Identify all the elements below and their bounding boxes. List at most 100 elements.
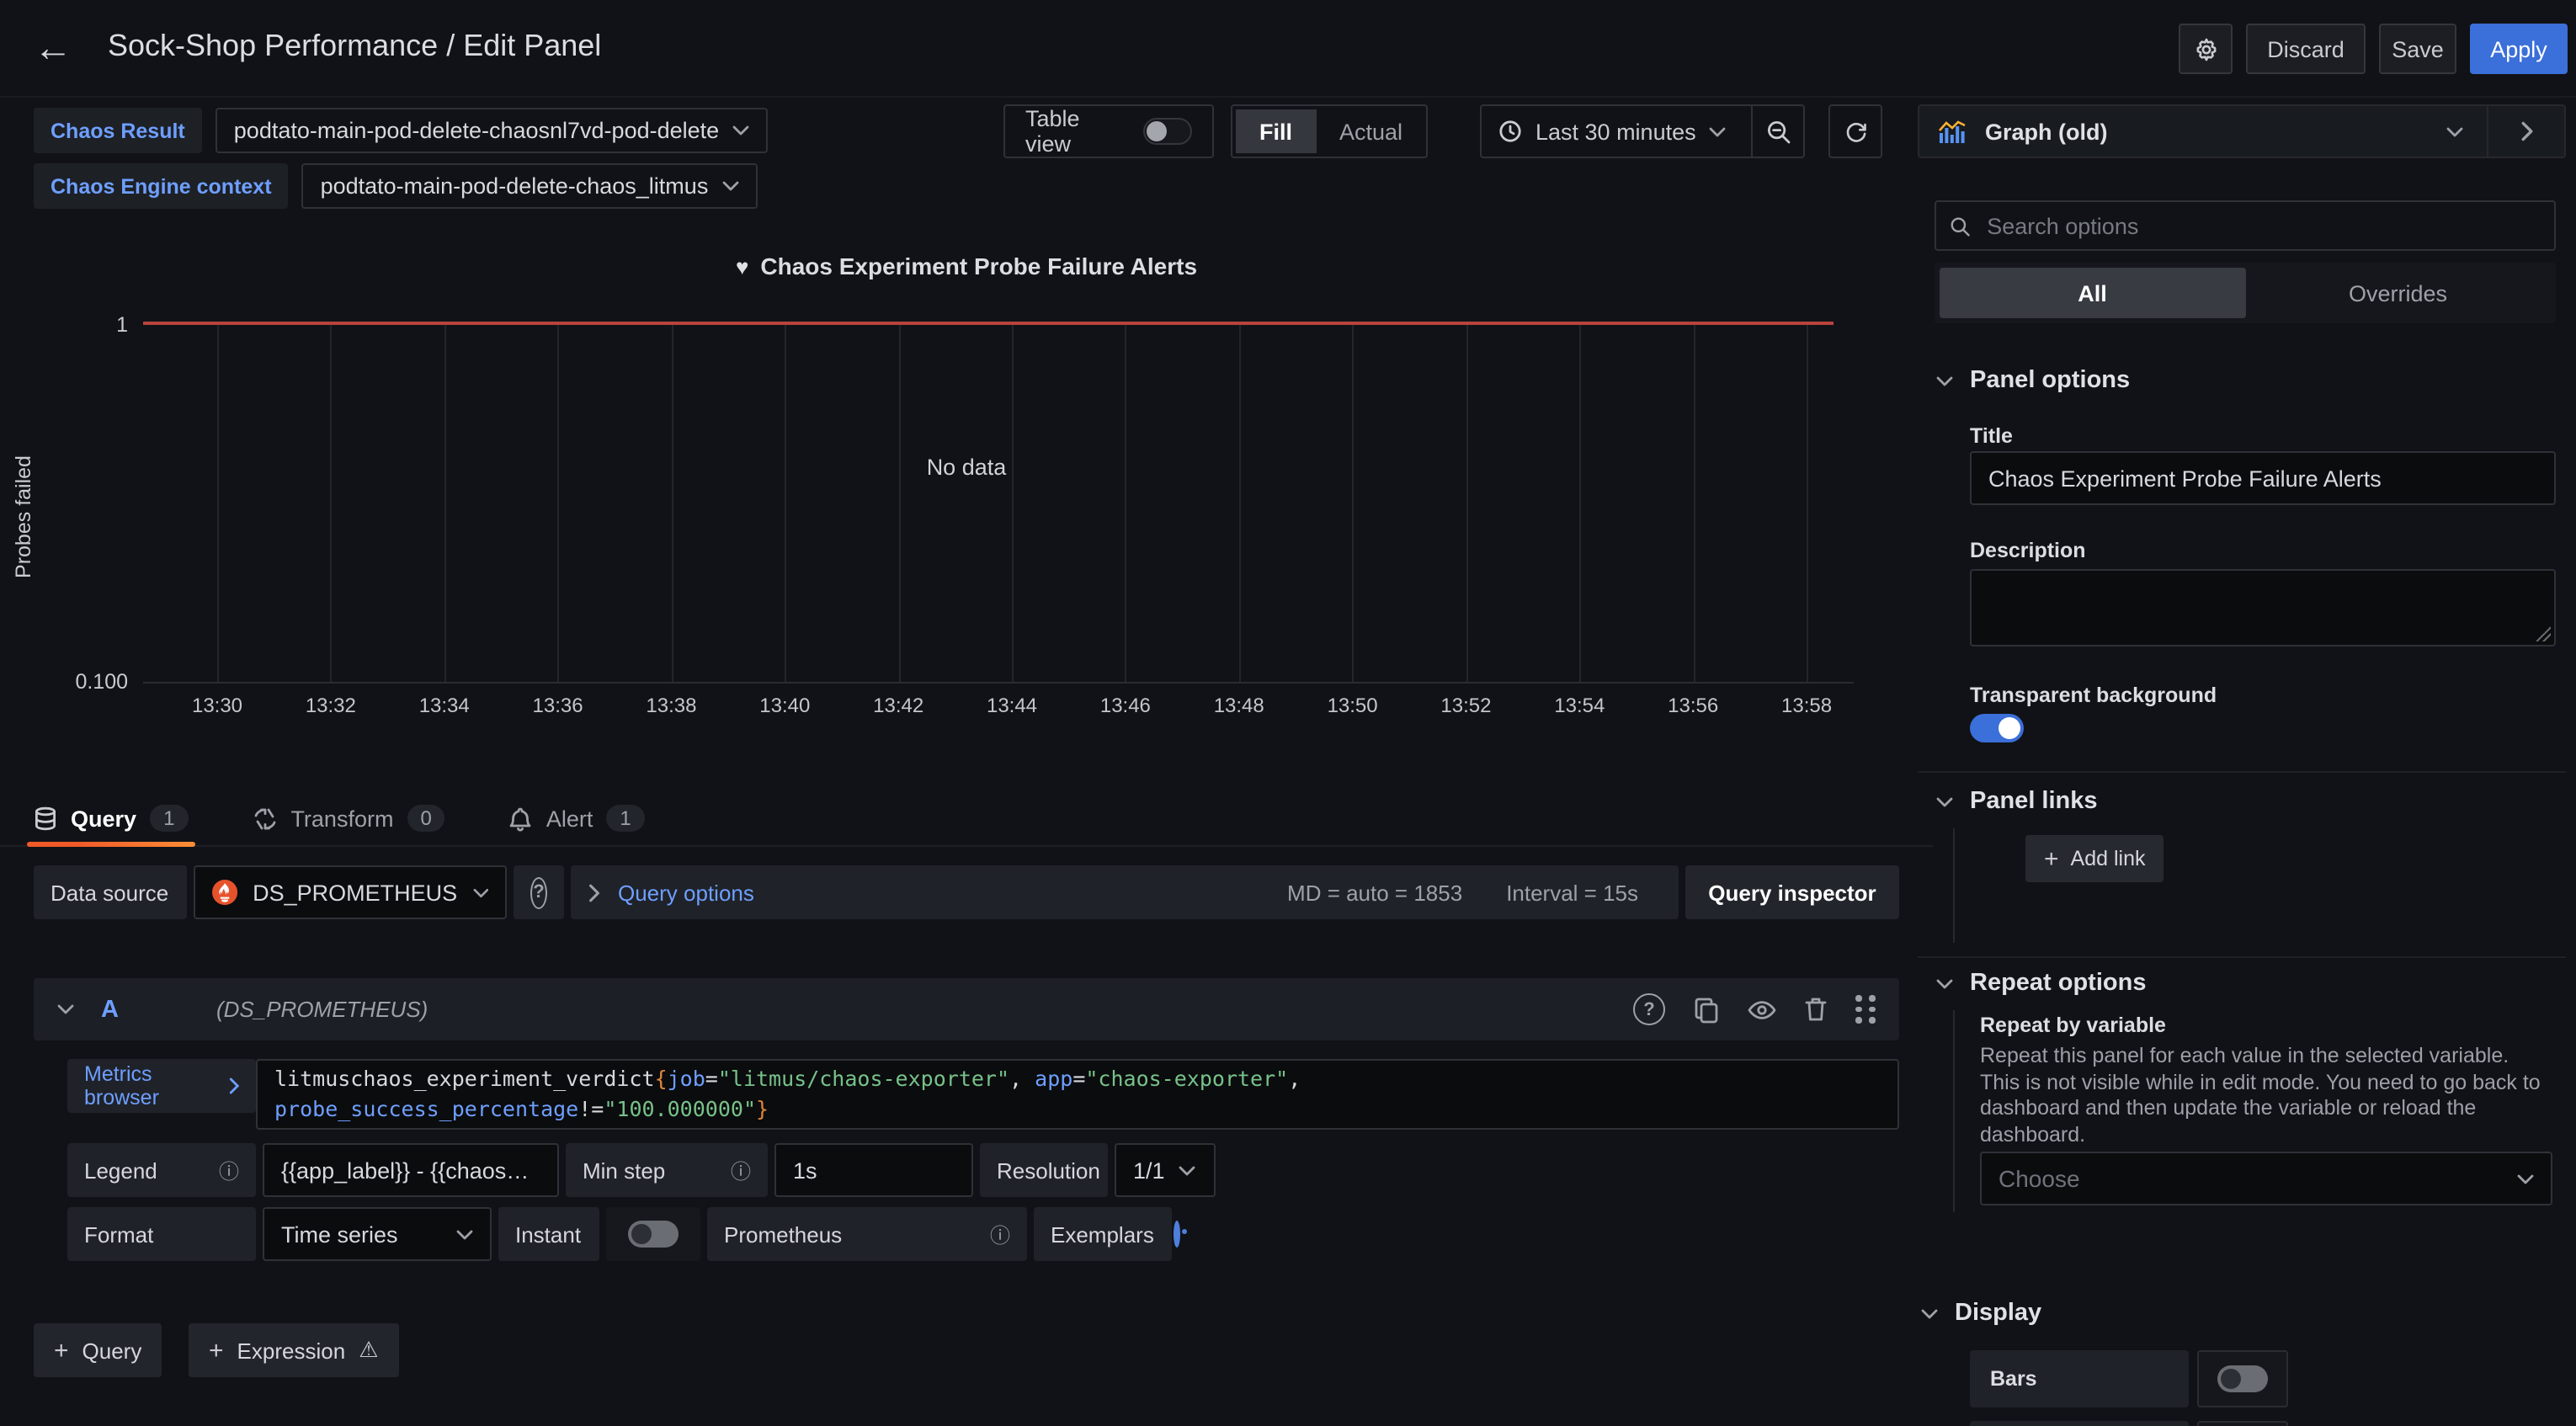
tab-label: Transform: [290, 806, 393, 831]
x-tick-label: 13:44: [961, 694, 1062, 717]
x-tick-label: 13:52: [1415, 694, 1516, 717]
time-range-group: Last 30 minutes: [1480, 104, 1805, 158]
add-expression-button[interactable]: + Expression ⚠: [189, 1323, 398, 1377]
gridline: [444, 323, 446, 682]
gridline: [1693, 323, 1695, 682]
search-options-input[interactable]: [1983, 211, 2541, 240]
chevron-right-icon: [2520, 121, 2533, 141]
x-tick-label: 13:58: [1756, 694, 1857, 717]
label-text: Exemplars: [1051, 1221, 1154, 1247]
variable-value-dropdown[interactable]: podtato-main-pod-delete-chaos_litmus: [302, 163, 758, 209]
variable-value-dropdown[interactable]: podtato-main-pod-delete-chaosnl7vd-pod-d…: [216, 108, 768, 153]
min-step-input[interactable]: 1s: [774, 1143, 973, 1197]
gridline: [1353, 323, 1355, 682]
visualization-picker[interactable]: Graph (old): [1918, 104, 2566, 158]
repeat-options-header[interactable]: Repeat options: [1936, 970, 2146, 997]
refresh-button[interactable]: [1828, 104, 1882, 158]
apply-button[interactable]: Apply: [2470, 24, 2568, 74]
y-tick-max: 1: [61, 313, 128, 337]
format-select[interactable]: Time series: [263, 1207, 492, 1261]
add-link-button[interactable]: + Add link: [2025, 835, 2164, 882]
x-tick-label: 13:42: [848, 694, 949, 717]
metrics-browser-label: Metrics browser: [84, 1062, 217, 1109]
collapse-options-pane-button[interactable]: [2488, 106, 2564, 157]
resolution-select[interactable]: 1/1: [1115, 1143, 1216, 1197]
plot-area[interactable]: [143, 323, 1854, 684]
query-options-bar[interactable]: Query options MD = auto = 1853 Interval …: [571, 865, 1679, 919]
data-source-value: DS_PROMETHEUS: [253, 880, 457, 905]
fill-segment[interactable]: Fill: [1236, 109, 1316, 153]
zoom-out-button[interactable]: [1753, 119, 1803, 144]
tab-transform[interactable]: Transform 0: [252, 791, 444, 845]
actual-segment[interactable]: Actual: [1316, 109, 1426, 153]
save-button[interactable]: Save: [2379, 24, 2456, 74]
x-tick-label: 13:36: [508, 694, 609, 717]
query-options-label: Query options: [618, 880, 754, 905]
chevron-down-icon: [732, 125, 749, 136]
tab-query[interactable]: Query 1: [34, 791, 188, 845]
choose-placeholder: Choose: [1999, 1165, 2080, 1192]
label-text: Prometheus: [724, 1221, 842, 1247]
data-source-picker[interactable]: DS_PROMETHEUS: [194, 865, 507, 919]
chevron-right-icon: [588, 883, 601, 902]
gridline: [217, 323, 219, 682]
filter-tab-all[interactable]: All: [1940, 268, 2245, 318]
viz-name: Graph (old): [1985, 119, 2108, 144]
query-help-icon[interactable]: ?: [1633, 993, 1665, 1025]
exemplars-eye-icon: [1174, 1221, 1181, 1248]
chevron-down-icon: [1921, 1307, 1938, 1319]
info-icon: ⓘ: [714, 1156, 751, 1184]
panel-description-textarea[interactable]: [1970, 569, 2556, 646]
panel-settings-button[interactable]: [2179, 24, 2233, 74]
duplicate-icon[interactable]: [1694, 996, 1719, 1023]
instant-toggle[interactable]: [628, 1221, 679, 1248]
tab-count-badge: 1: [606, 805, 644, 832]
section-divider: [1918, 956, 2566, 958]
panel-title-input[interactable]: [1970, 451, 2556, 505]
instant-field-label: Instant: [498, 1207, 599, 1261]
panel-options-header[interactable]: Panel options: [1936, 367, 2130, 394]
time-range-picker[interactable]: Last 30 minutes: [1482, 119, 1751, 144]
table-view-toggle[interactable]: [1143, 118, 1192, 145]
info-icon: ⓘ: [973, 1220, 1010, 1248]
chevron-down-icon: [1936, 795, 1953, 807]
transparent-background-toggle[interactable]: [1970, 714, 2024, 742]
gridline: [785, 323, 786, 682]
eye-icon[interactable]: [1748, 999, 1776, 1019]
legend-input[interactable]: {{app_label}} - {{chaos…: [263, 1143, 559, 1197]
chevron-down-icon: [1936, 977, 1953, 989]
back-arrow-icon[interactable]: ←: [34, 24, 72, 71]
x-tick-label: 13:38: [620, 694, 721, 717]
display-section-header[interactable]: Display: [1921, 1300, 2041, 1327]
metrics-browser-button[interactable]: Metrics browser: [67, 1059, 256, 1113]
gridline: [1239, 323, 1241, 682]
bars-toggle[interactable]: [2217, 1365, 2268, 1392]
discard-button[interactable]: Discard: [2246, 24, 2366, 74]
gridline: [1466, 323, 1467, 682]
exemplars-field[interactable]: Exemplars: [1034, 1207, 1172, 1261]
promql-editor[interactable]: litmuschaos_experiment_verdict{job="litm…: [256, 1059, 1899, 1130]
tab-label: Query: [71, 806, 136, 831]
data-source-help-button[interactable]: ?: [514, 865, 564, 919]
tab-alert[interactable]: Alert 1: [509, 791, 645, 845]
filter-tab-overrides[interactable]: Overrides: [2245, 268, 2551, 318]
prometheus-type-label: Prometheus ⓘ: [707, 1207, 1027, 1261]
x-tick-label: 13:54: [1529, 694, 1630, 717]
add-query-button[interactable]: + Query: [34, 1323, 162, 1377]
search-icon: [1950, 215, 1970, 237]
drag-handle-icon[interactable]: [1855, 996, 1876, 1024]
query-row-header[interactable]: A (DS_PROMETHEUS) ?: [34, 978, 1899, 1040]
panel-links-header[interactable]: Panel links: [1936, 788, 2098, 815]
alert-threshold-line: [143, 322, 1834, 325]
data-source-label: Data source: [34, 865, 187, 919]
query-inspector-button[interactable]: Query inspector: [1685, 865, 1899, 919]
button-label: Query: [82, 1338, 142, 1363]
trash-icon[interactable]: [1805, 997, 1827, 1022]
repeat-by-variable-label: Repeat by variable: [1980, 1014, 2166, 1037]
prometheus-icon: [212, 879, 237, 906]
resize-handle[interactable]: [2536, 626, 2551, 641]
panel-header[interactable]: ♥Chaos Experiment Probe Failure Alerts: [0, 253, 1933, 279]
repeat-variable-select[interactable]: Choose: [1980, 1152, 2552, 1205]
query-ds-hint: (DS_PROMETHEUS): [216, 997, 428, 1022]
chevron-down-icon: [1710, 125, 1727, 137]
